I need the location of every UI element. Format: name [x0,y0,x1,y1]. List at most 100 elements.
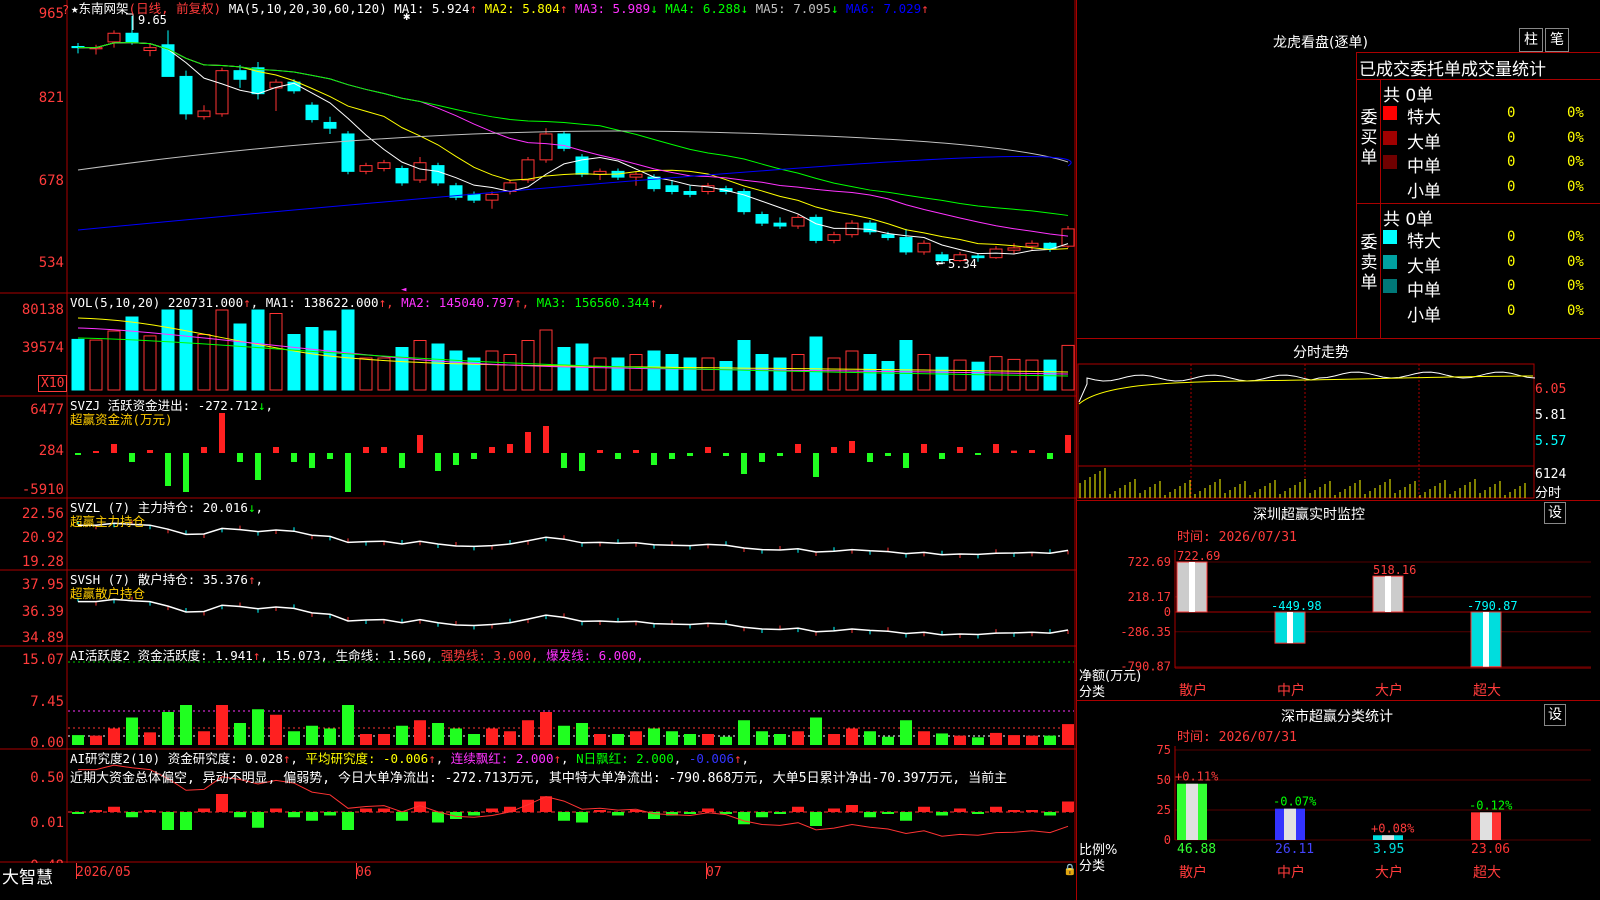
volume-bar [683,357,697,391]
svzl-tick-1: 22.56 [21,506,64,522]
ai-research-bar [288,812,300,818]
svzj-bar [1029,450,1035,453]
cl-category-散户: 散户 [1179,864,1207,881]
volume-bar [341,309,355,391]
volume-bar [701,357,715,391]
ai-research-part-3: 平均研究度: -0.006 [305,751,429,766]
ai-research-bar [126,812,138,818]
candle [557,131,571,152]
ai-active-part-2: , 15.073, 生命线: 1.560, [260,648,441,663]
svzj-bar [741,453,747,474]
ai-active-bar [1062,724,1074,745]
low-price-label: 5.34 [948,257,977,271]
ai-research-bar [594,810,606,812]
ai-research-bar [360,808,372,812]
svsh-tick-2: 36.39 [21,604,64,620]
classify-settings-button[interactable]: 设 [1544,704,1566,726]
candle [287,79,301,94]
svzj-bar [273,447,279,453]
ai-active-bar [540,712,552,745]
ai-research-bar [738,812,750,825]
svsh-tick-3: 34.89 [21,630,64,646]
realtime-title: 深圳超赢实时监控 [1253,507,1365,523]
candle [629,171,643,186]
svzj-bar [795,444,801,453]
cl-bar-change: -0.12% [1469,798,1513,812]
buy-row-pct-3: 0% [1567,178,1584,195]
realtime-bar-chart[interactable]: 722.69 218.170 -286.35 -790.87 722.69 散户 -449.… [1077,540,1600,700]
svzj-bar [669,453,675,459]
lock-icon[interactable]: 🔒 [1063,863,1077,876]
sell-row-swatch-0 [1383,230,1397,244]
svsh-subtitle: 超赢散户持仓 [70,586,146,601]
expand-icon[interactable]: ? [62,3,69,17]
ai-active-part-3: 强势线: 3.000, [440,648,547,663]
cl-bar-highlight [1186,783,1198,840]
ai-active-bar [144,732,156,745]
volume-bar [899,340,913,391]
volume-bar [305,327,319,391]
volume-bar [665,354,679,391]
intraday-chart[interactable] [1077,360,1600,500]
buy-row-count-1: 0 [1507,129,1516,146]
candle [341,131,355,175]
chart-mode[interactable]: (日线, 前复权) [129,1,222,16]
volume-bar [431,343,445,391]
svzj-bar [831,447,837,453]
intraday-tick-3: 5.57 [1535,434,1567,449]
svzj-bar [399,453,405,468]
rt-bar-value: -790.87 [1467,599,1518,613]
rt-category-中户: 中户 [1277,682,1305,699]
ai-research-bar [756,812,768,818]
svzj-bar [561,453,567,468]
ai-active-bar [810,717,822,745]
ai-research-bar [774,812,786,814]
candlestick-series [71,16,1075,264]
ai-active-header: AI活跃度2 资金活跃度: 1.941↑, 15.073, 生命线: 1.560… [70,648,644,664]
ai-active-part-4: 爆发线: 6.000, [546,648,644,663]
cl-bar-highlight [1480,812,1492,840]
ma-value-1: MA1: 5.924 [394,1,470,16]
svzj-bar [885,453,891,456]
candle [449,182,463,201]
svzj-bar [597,450,603,453]
stroke-view-button[interactable]: 笔 [1545,28,1569,52]
svzj-bar [183,453,189,492]
vol-ma-arrow-3: ↑, [649,295,665,310]
svzl-line [78,522,1069,556]
classify-bar-chart[interactable]: 75 50 25 0 +0.11% 46.88 散户 -0.07% 26.11 中户 +0.08% 3… [1077,740,1600,900]
svzj-bar [93,451,99,453]
svzj-subtitle: 超赢资金流(万元) [70,412,173,427]
intraday-avg-line [1078,375,1534,405]
svzj-bar [453,453,459,465]
date-label-may: 2026/05 [76,865,131,880]
cl-bar-value: 3.95 [1373,842,1404,857]
bar-view-button[interactable]: 柱 [1519,28,1543,52]
ai-research-bar [1026,810,1038,812]
candle [503,179,517,195]
ai-active-bar [432,723,444,745]
ma-value-6: MA6: 7.029 [838,1,922,16]
ai-active-bar [972,737,984,745]
sell-row-pct-1: 0% [1567,253,1584,270]
rt-bar-highlight [1483,612,1489,667]
svzj-bar [705,447,711,453]
realtime-settings-button[interactable]: 设 [1544,502,1566,524]
candle [269,79,283,111]
sell-row-swatch-1 [1383,254,1397,269]
ai-research-part-7: ↑ [553,751,562,766]
volume-bar [539,329,553,391]
lhb-subtitle: 已成交委托单成交量统计 [1359,60,1546,80]
stock-name[interactable]: 东南网架 [79,1,129,16]
volume-bar [395,347,409,391]
ai-active-bar [900,720,912,745]
candle [161,30,175,77]
candle [431,162,445,186]
ai-active-bar [774,734,786,745]
air-tick-2: 0.01 [30,815,64,831]
svzj-bar [615,453,621,459]
ai-active-bar [72,735,84,745]
ai-research-bar [990,806,1002,812]
ai-active-bar [558,725,570,745]
buy-side-label: 委买单 [1360,108,1378,168]
